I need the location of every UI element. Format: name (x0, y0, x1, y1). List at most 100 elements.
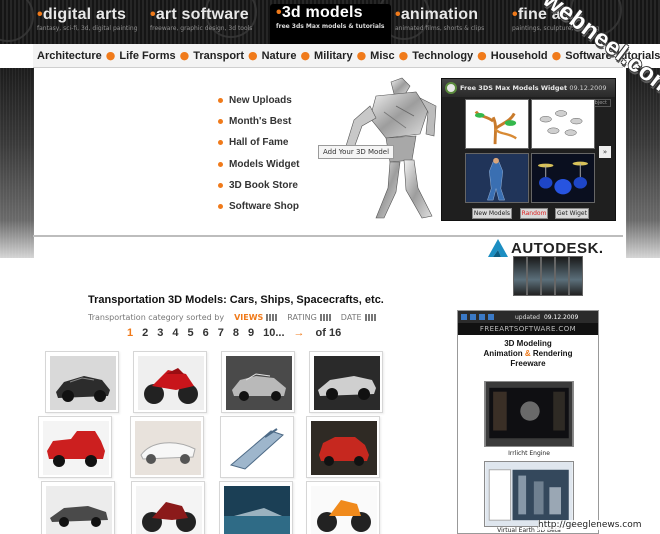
ad-brand: FREEARTSOFTWARE.COM (458, 323, 598, 335)
software-box-image (541, 256, 555, 296)
ad-headline: 3D Modeling Animation & Rendering Freewa… (483, 339, 573, 368)
widget-thumb-drums[interactable] (531, 153, 595, 203)
separator-dot: ● (551, 49, 562, 62)
page-3[interactable]: 3 (157, 327, 163, 339)
page-5[interactable]: 5 (188, 327, 194, 339)
quick-link-label: Models Widget (229, 158, 300, 170)
bullet-icon (218, 119, 223, 125)
widget-thumb-figure[interactable] (465, 153, 529, 203)
category-household[interactable]: Household (491, 50, 548, 62)
quick-link-label: New Uploads (229, 95, 292, 107)
model-thumbnail[interactable] (41, 481, 115, 534)
nav-section-subtitle: free 3ds Max models & tutorials (276, 23, 385, 30)
model-thumbnail[interactable] (306, 416, 380, 478)
bullet-icon (218, 98, 223, 104)
freeartsoftware-ad[interactable]: updated 09.12.2009 FREEARTSOFTWARE.COM 3… (457, 310, 599, 534)
download-icon (461, 314, 467, 320)
model-thumbnail[interactable] (309, 351, 383, 413)
models-widget: Free 3DS Max Models Widget 09.12.2009 Ob… (441, 78, 616, 221)
widget-thumb-lights[interactable] (531, 99, 595, 149)
model-thumbnail[interactable] (220, 416, 294, 478)
page-6[interactable]: 6 (203, 327, 209, 339)
model-thumbnail[interactable] (130, 416, 204, 478)
model-thumbnail[interactable] (133, 351, 207, 413)
grid-icon[interactable] (364, 314, 376, 321)
widget-header: Free 3DS Max Models Widget 09.12.2009 (442, 79, 615, 97)
ad-toolbar: updated 09.12.2009 (458, 311, 598, 323)
software-box-image (527, 256, 541, 296)
ad-screenshot-irrlicht (484, 381, 574, 447)
widget-thumb-tree[interactable] (465, 99, 529, 149)
quick-links: New Uploads Month's Best Hall of Fame Mo… (218, 90, 299, 217)
left-decorative-bar (0, 68, 34, 258)
page-10[interactable]: 10... (263, 327, 284, 339)
nav-section-digital-arts[interactable]: •digital arts fantasy, sci-fi, 3d, digit… (37, 6, 138, 40)
bullet-icon (218, 204, 223, 210)
nav-section-title: •digital arts (37, 6, 127, 23)
nav-section-subtitle: freeware, graphic design, 3d tools (150, 25, 253, 32)
model-thumbnail[interactable] (45, 351, 119, 413)
separator-dot: ● (356, 49, 367, 62)
separator-dot: ● (105, 49, 116, 62)
software-box-image (555, 256, 569, 296)
next-page-arrow-icon[interactable]: → (294, 327, 305, 339)
category-architecture[interactable]: Architecture (37, 50, 102, 62)
page-9[interactable]: 9 (248, 327, 254, 339)
quick-link-new-uploads[interactable]: New Uploads (218, 90, 299, 111)
category-transport[interactable]: Transport (193, 50, 244, 62)
page-4[interactable]: 4 (172, 327, 178, 339)
page-total: of 16 (315, 327, 342, 339)
software-box-image (513, 256, 527, 296)
model-thumbnail[interactable] (38, 416, 112, 478)
quick-link-label: Month's Best (229, 116, 292, 128)
listing-title: Transportation 3D Models: Cars, Ships, S… (88, 294, 384, 306)
sort-views[interactable]: VIEWS (234, 313, 263, 322)
separator-dot: ● (477, 49, 487, 62)
widget-title: Free 3DS Max Models Widget 09.12.2009 (460, 84, 607, 92)
nav-section-3d-models[interactable]: •3d models free 3ds Max models & tutoria… (270, 4, 391, 44)
sort-intro: Transportation category sorted by (88, 313, 225, 322)
model-thumbnail[interactable] (219, 481, 293, 534)
category-life-forms[interactable]: Life Forms (119, 50, 175, 62)
page-2[interactable]: 2 (142, 327, 148, 339)
quick-link-software-shop[interactable]: Software Shop (218, 196, 299, 217)
model-thumbnail[interactable] (306, 481, 380, 534)
page-8[interactable]: 8 (233, 327, 239, 339)
category-misc[interactable]: Misc (370, 50, 394, 62)
widget-random-button[interactable]: Random (520, 208, 548, 219)
nav-section-art-software[interactable]: •art software freeware, graphic design, … (150, 6, 252, 40)
quick-link-months-best[interactable]: Month's Best (218, 111, 299, 132)
quick-link-3d-book-store[interactable]: 3D Book Store (218, 175, 299, 196)
sort-rating[interactable]: RATING (287, 313, 317, 322)
quick-link-label: Software Shop (229, 201, 300, 213)
sort-date[interactable]: DATE (341, 313, 362, 322)
category-nature[interactable]: Nature (262, 50, 297, 62)
separator-dot: ● (398, 49, 409, 62)
widget-next-arrow-icon[interactable]: » (599, 146, 611, 158)
category-military[interactable]: Military (314, 50, 353, 62)
model-thumbnail[interactable] (131, 481, 205, 534)
widget-get-wiget-button[interactable]: Get Wiget (555, 208, 589, 219)
download-icon (479, 314, 485, 320)
grid-icon[interactable] (266, 314, 278, 321)
nav-section-animation[interactable]: •animation animated films, shorts & clip… (395, 6, 484, 40)
page-1[interactable]: 1 (127, 327, 133, 339)
quick-link-hall-of-fame[interactable]: Hall of Fame (218, 132, 299, 153)
add-model-button[interactable]: Add Your 3D Model (318, 145, 395, 159)
sort-row: Transportation category sorted by VIEWS … (88, 313, 376, 322)
separator-dot: ● (247, 49, 258, 62)
grid-icon[interactable] (319, 314, 331, 321)
category-technology[interactable]: Technology (412, 50, 473, 62)
nav-section-subtitle: animated films, shorts & clips (395, 25, 485, 32)
page-7[interactable]: 7 (218, 327, 224, 339)
model-thumbnail[interactable] (221, 351, 295, 413)
software-box-image (569, 256, 583, 296)
bullet-icon (218, 140, 223, 146)
separator-dot: ● (300, 49, 311, 62)
ad-caption-irrlicht: Irrlicht Engine (508, 450, 550, 457)
widget-logo-icon (445, 82, 457, 94)
autodesk-name: AUTODESK. (511, 240, 604, 257)
quick-link-models-widget[interactable]: Models Widget (218, 154, 299, 175)
widget-new-models-button[interactable]: New Models (472, 208, 512, 219)
quick-link-label: Hall of Fame (229, 137, 289, 149)
